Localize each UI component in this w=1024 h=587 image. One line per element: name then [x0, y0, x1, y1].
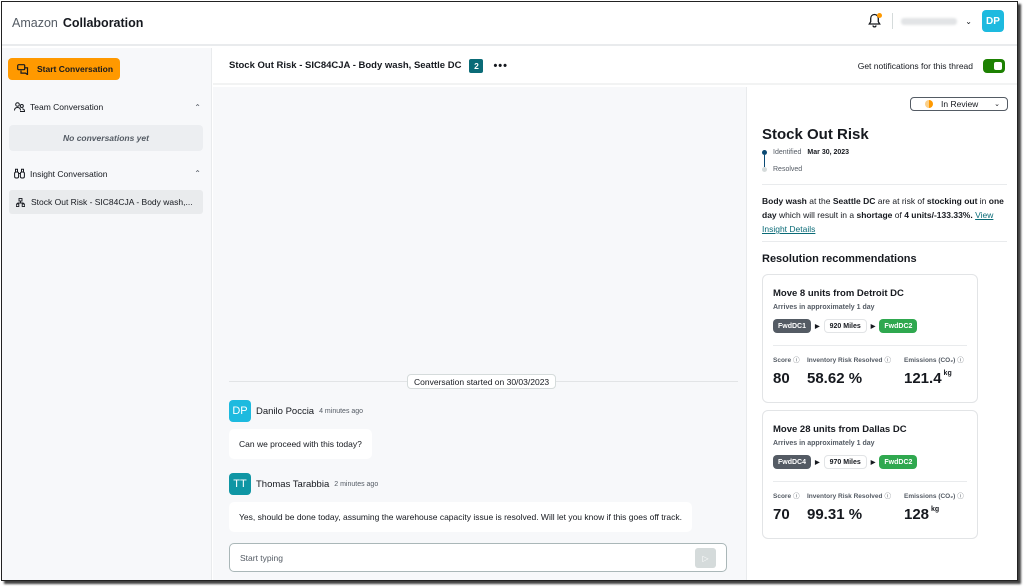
insight-description: Body wash at the Seattle DC are at risk … — [762, 196, 1004, 234]
risk-label: Inventory Risk Resolved ⓘ — [807, 357, 892, 364]
thread-title: Stock Out Risk - SIC84CJA - Body wash, S… — [229, 60, 462, 71]
destination-pill: FwdDC2 — [879, 455, 918, 469]
score-value: 80 — [773, 370, 790, 387]
sidebar-item-conversation[interactable]: Stock Out Risk - SIC84CJA - Body wash,..… — [9, 190, 203, 214]
participant-count-badge[interactable]: 2 — [469, 58, 484, 73]
message-time: 2 minutes ago — [334, 480, 379, 488]
divider — [892, 13, 894, 29]
emissions-value: 121.4 kg — [904, 370, 952, 387]
message-bubble: Yes, should be done today, assuming the … — [229, 502, 693, 532]
recommendation-title: Move 8 units from Detroit DC — [773, 288, 904, 299]
chevron-down-icon: ⌄ — [994, 101, 1000, 108]
avatar: TT — [229, 473, 251, 495]
message-input[interactable]: Start typing ▷ — [229, 543, 727, 572]
team-icon — [14, 102, 25, 112]
info-icon[interactable]: ⓘ — [885, 493, 892, 500]
user-menu-name[interactable] — [901, 17, 958, 25]
info-icon[interactable]: ⓘ — [957, 493, 964, 500]
info-icon[interactable]: ⓘ — [885, 357, 892, 364]
conversation-start-label: Conversation started on 30/03/2023 — [407, 374, 557, 389]
arrow-icon: ▶ — [815, 459, 820, 466]
distance-pill: 970 Miles — [823, 455, 867, 469]
route: FwdDC1 ▶ 920 Miles ▶ FwdDC2 — [773, 319, 918, 333]
team-conversation-header[interactable]: Team Conversation ⌃ — [14, 102, 201, 112]
recommendations-heading: Resolution recommendations — [762, 253, 917, 265]
top-bar: Amazon Collaboration ⌄ DP — [2, 2, 1017, 46]
route: FwdDC4 ▶ 970 Miles ▶ FwdDC2 — [773, 455, 918, 469]
more-options-icon[interactable]: ••• — [493, 60, 508, 72]
send-button[interactable]: ▷ — [695, 548, 716, 568]
message-bubble: Can we proceed with this today? — [229, 429, 372, 459]
timeline-identified: Identified Mar 30, 2023 — [762, 149, 849, 156]
start-conversation-label: Start Conversation — [37, 64, 114, 74]
destination-pill: FwdDC2 — [879, 319, 918, 333]
score-label: Score ⓘ — [773, 357, 800, 364]
in-review-icon — [925, 100, 933, 108]
arrow-icon: ▶ — [815, 323, 820, 330]
recommendation-card[interactable]: Move 8 units from Detroit DC Arrives in … — [762, 274, 978, 403]
recommendation-card[interactable]: Move 28 units from Dallas DC Arrives in … — [762, 410, 978, 539]
arrow-icon: ▶ — [870, 459, 876, 466]
score-value: 70 — [773, 506, 790, 523]
divider — [762, 184, 1007, 185]
status-value: In Review — [941, 99, 979, 109]
avatar: DP — [229, 400, 251, 422]
user-avatar[interactable]: DP — [982, 10, 1004, 32]
divider — [762, 241, 1007, 242]
divider — [773, 345, 967, 346]
team-conversation-label: Team Conversation — [30, 102, 104, 112]
risk-value: 58.62 % — [807, 370, 863, 387]
emissions-label: Emissions (CO₂) ⓘ — [904, 493, 964, 500]
notification-toggle[interactable] — [983, 59, 1005, 73]
empty-state: No conversations yet — [9, 125, 203, 151]
emissions-label: Emissions (CO₂) ⓘ — [904, 357, 964, 364]
insight-conversation-header[interactable]: Insight Conversation ⌃ — [14, 168, 201, 179]
message-author: Thomas Tarabbia — [256, 478, 330, 490]
chevron-up-icon[interactable]: ⌃ — [194, 169, 201, 178]
distance-pill: 920 Miles — [823, 319, 867, 333]
chat-area: Conversation started on 30/03/2023 DP Da… — [213, 87, 746, 580]
thread-header: Stock Out Risk - SIC84CJA - Body wash, S… — [213, 48, 1017, 85]
message-header: DP Danilo Poccia 4 minutes ago — [229, 400, 363, 422]
score-label: Score ⓘ — [773, 493, 800, 500]
timeline-resolved: Resolved — [762, 166, 802, 173]
divider — [773, 481, 967, 482]
recommendation-title: Move 28 units from Dallas DC — [773, 424, 907, 435]
network-icon — [16, 197, 25, 207]
insight-title: Stock Out Risk — [762, 126, 869, 143]
chevron-down-icon[interactable]: ⌄ — [965, 17, 972, 26]
status-dropdown[interactable]: In Review ⌄ — [910, 97, 1008, 111]
message-time: 4 minutes ago — [319, 407, 364, 415]
risk-value: 99.31 % — [807, 506, 863, 523]
recommendation-eta: Arrives in approximately 1 day — [773, 304, 875, 311]
conversation-label: Stock Out Risk - SIC84CJA - Body wash,..… — [31, 197, 193, 207]
info-icon[interactable]: ⓘ — [957, 357, 964, 364]
chat-icon — [17, 63, 29, 75]
brand-name: Collaboration — [62, 16, 144, 30]
risk-label: Inventory Risk Resolved ⓘ — [807, 493, 892, 500]
info-icon[interactable]: ⓘ — [793, 357, 800, 364]
arrow-icon: ▶ — [870, 323, 876, 330]
message-author: Danilo Poccia — [256, 405, 315, 417]
info-icon[interactable]: ⓘ — [793, 493, 800, 500]
bell-icon[interactable] — [868, 13, 883, 29]
notification-dot — [877, 13, 883, 18]
sidebar: Start Conversation Team Conversation ⌃ N… — [2, 48, 212, 580]
message-input-placeholder: Start typing — [240, 552, 283, 563]
emissions-value: 128 kg — [904, 506, 940, 523]
recommendation-eta: Arrives in approximately 1 day — [773, 440, 875, 447]
binoculars-icon — [14, 168, 25, 179]
start-conversation-button[interactable]: Start Conversation — [8, 58, 120, 80]
message-header: TT Thomas Tarabbia 2 minutes ago — [229, 473, 378, 495]
notification-label: Get notifications for this thread — [857, 61, 973, 71]
origin-pill: FwdDC4 — [773, 455, 811, 469]
brand-prefix: Amazon — [12, 16, 58, 30]
origin-pill: FwdDC1 — [773, 319, 811, 333]
chevron-up-icon[interactable]: ⌃ — [194, 103, 201, 112]
insight-panel: In Review ⌄ Stock Out Risk Identified Mar… — [746, 87, 1017, 580]
insight-conversation-label: Insight Conversation — [30, 168, 108, 179]
app-window: Amazon Collaboration ⌄ DP Start Conversa… — [1, 1, 1018, 581]
